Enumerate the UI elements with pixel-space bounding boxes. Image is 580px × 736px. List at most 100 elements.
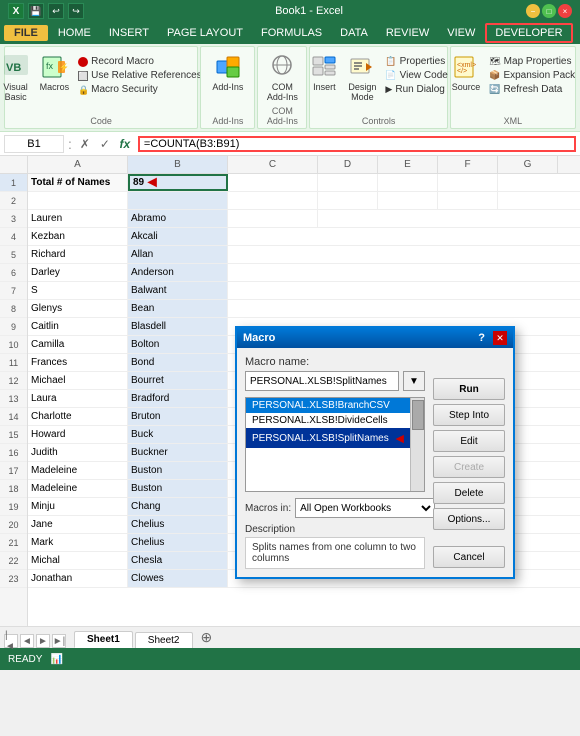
data-menu[interactable]: DATA [332,25,376,41]
file-menu[interactable]: FILE [4,25,48,41]
cell-b8[interactable]: Bean [128,300,228,317]
cell-a5[interactable]: Richard [28,246,128,263]
cell-a9[interactable]: Caitlin [28,318,128,335]
cell-b14[interactable]: Bruton [128,408,228,425]
sheet-nav-first[interactable]: |◄ [4,634,18,648]
cell-a12[interactable]: Michael [28,372,128,389]
cell-b7[interactable]: Balwant [128,282,228,299]
create-button[interactable]: Create [433,456,505,478]
macro-list[interactable]: PERSONAL.XLSB!BranchCSV PERSONAL.XLSB!Di… [245,397,425,492]
sheet-nav-last[interactable]: ►| [52,634,66,648]
cell-b23[interactable]: Clowes [128,570,228,587]
cell-b21[interactable]: Chelius [128,534,228,551]
cell-a20[interactable]: Jane [28,516,128,533]
cell-a16[interactable]: Judith [28,444,128,461]
cell-a7[interactable]: S [28,282,128,299]
cell-c3[interactable] [228,210,318,227]
cell-f1[interactable] [438,174,498,191]
cell-b1[interactable]: 89 ◄ [128,174,228,191]
cell-a23[interactable]: Jonathan [28,570,128,587]
sheet-nav-prev[interactable]: ◄ [20,634,34,648]
sheet2-tab[interactable]: Sheet2 [135,632,193,648]
cell-a15[interactable]: Howard [28,426,128,443]
cell-a19[interactable]: Minju [28,498,128,515]
redo-icon[interactable]: ↪ [68,3,84,19]
macro-item-split-names[interactable]: PERSONAL.XLSB!SplitNames ◄ [246,428,424,448]
cell-b12[interactable]: Bourret [128,372,228,389]
options-button[interactable]: Options... [433,508,505,530]
cell-b15[interactable]: Buck [128,426,228,443]
cell-f2[interactable] [438,192,498,209]
cell-a10[interactable]: Camilla [28,336,128,353]
cell-c2[interactable] [228,192,318,209]
cell-a6[interactable]: Darley [28,264,128,281]
view-menu[interactable]: VIEW [439,25,483,41]
insert-menu[interactable]: INSERT [101,25,157,41]
record-macro-button[interactable]: Record Macro [75,55,205,68]
cell-a13[interactable]: Laura [28,390,128,407]
page-layout-menu[interactable]: PAGE LAYOUT [159,25,251,41]
cancel-button[interactable]: Cancel [433,546,505,568]
formulas-menu[interactable]: FORMULAS [253,25,330,41]
properties-button[interactable]: 📋 Properties [382,55,450,68]
sheet-nav-next[interactable]: ► [36,634,50,648]
macro-list-scrollthumb[interactable] [412,400,424,430]
visual-basic-button[interactable]: VB VisualBasic [0,51,34,104]
dialog-help-button[interactable]: ? [478,332,485,344]
macro-name-input[interactable] [245,371,399,391]
cell-b9[interactable]: Blasdell [128,318,228,335]
dialog-close-button[interactable]: ✕ [493,331,507,345]
insert-function-icon[interactable]: fx [116,135,134,153]
macro-browse-button[interactable]: ▼ [403,371,425,391]
cell-b16[interactable]: Buckner [128,444,228,461]
cell-d1[interactable] [318,174,378,191]
formula-input-box[interactable] [138,136,576,152]
cell-e2[interactable] [378,192,438,209]
view-code-button[interactable]: 📄 View Code [382,69,450,82]
cell-a21[interactable]: Mark [28,534,128,551]
source-button[interactable]: <xml> </> Source [448,51,485,94]
save-icon[interactable]: 💾 [28,3,44,19]
macros-button[interactable]: fx ⚡ Macros [36,51,74,94]
macro-dialog[interactable]: Macro ? ✕ Macro name: ▼ PERSONAL.XLSB!Br… [235,326,515,579]
run-button[interactable]: Run [433,378,505,400]
design-mode-button[interactable]: DesignMode [344,51,380,104]
sheet1-tab[interactable]: Sheet1 [74,631,133,648]
developer-menu[interactable]: DEVELOPER [485,23,572,43]
cell-a22[interactable]: Michal [28,552,128,569]
macro-security-button[interactable]: 🔒 Macro Security [75,83,205,96]
step-into-button[interactable]: Step Into [433,404,505,426]
cell-b5[interactable]: Allan [128,246,228,263]
cell-a18[interactable]: Madeleine [28,480,128,497]
edit-button[interactable]: Edit [433,430,505,452]
home-menu[interactable]: HOME [50,25,99,41]
cell-b13[interactable]: Bradford [128,390,228,407]
cell-b18[interactable]: Buston [128,480,228,497]
cell-b6[interactable]: Anderson [128,264,228,281]
cell-b2[interactable] [128,192,228,209]
cell-a4[interactable]: Kezban [28,228,128,245]
cell-a2[interactable] [28,192,128,209]
cell-c1[interactable] [228,174,318,191]
insert-control-button[interactable]: Insert [306,51,342,94]
cell-b4[interactable]: Akcali [128,228,228,245]
maximize-button[interactable]: □ [542,4,556,18]
minimize-button[interactable]: − [526,4,540,18]
cell-a17[interactable]: Madeleine [28,462,128,479]
undo-icon[interactable]: ↩ [48,3,64,19]
macro-list-scrollbar[interactable] [410,398,424,491]
use-relative-ref-button[interactable]: ⬜ Use Relative References [75,69,205,82]
review-menu[interactable]: REVIEW [378,25,437,41]
cell-a3[interactable]: Lauren [28,210,128,227]
cell-d2[interactable] [318,192,378,209]
refresh-data-button[interactable]: 🔄 Refresh Data [486,83,578,96]
cancel-formula-icon[interactable]: ✗ [76,135,94,153]
cell-b19[interactable]: Chang [128,498,228,515]
add-sheet-button[interactable]: ⊕ [195,627,219,648]
accept-formula-icon[interactable]: ✓ [96,135,114,153]
cell-b10[interactable]: Bolton [128,336,228,353]
cell-a8[interactable]: Glenys [28,300,128,317]
formula-input[interactable] [140,138,574,150]
cell-b3[interactable]: Abramo [128,210,228,227]
cell-reference-box[interactable]: B1 [4,135,64,153]
